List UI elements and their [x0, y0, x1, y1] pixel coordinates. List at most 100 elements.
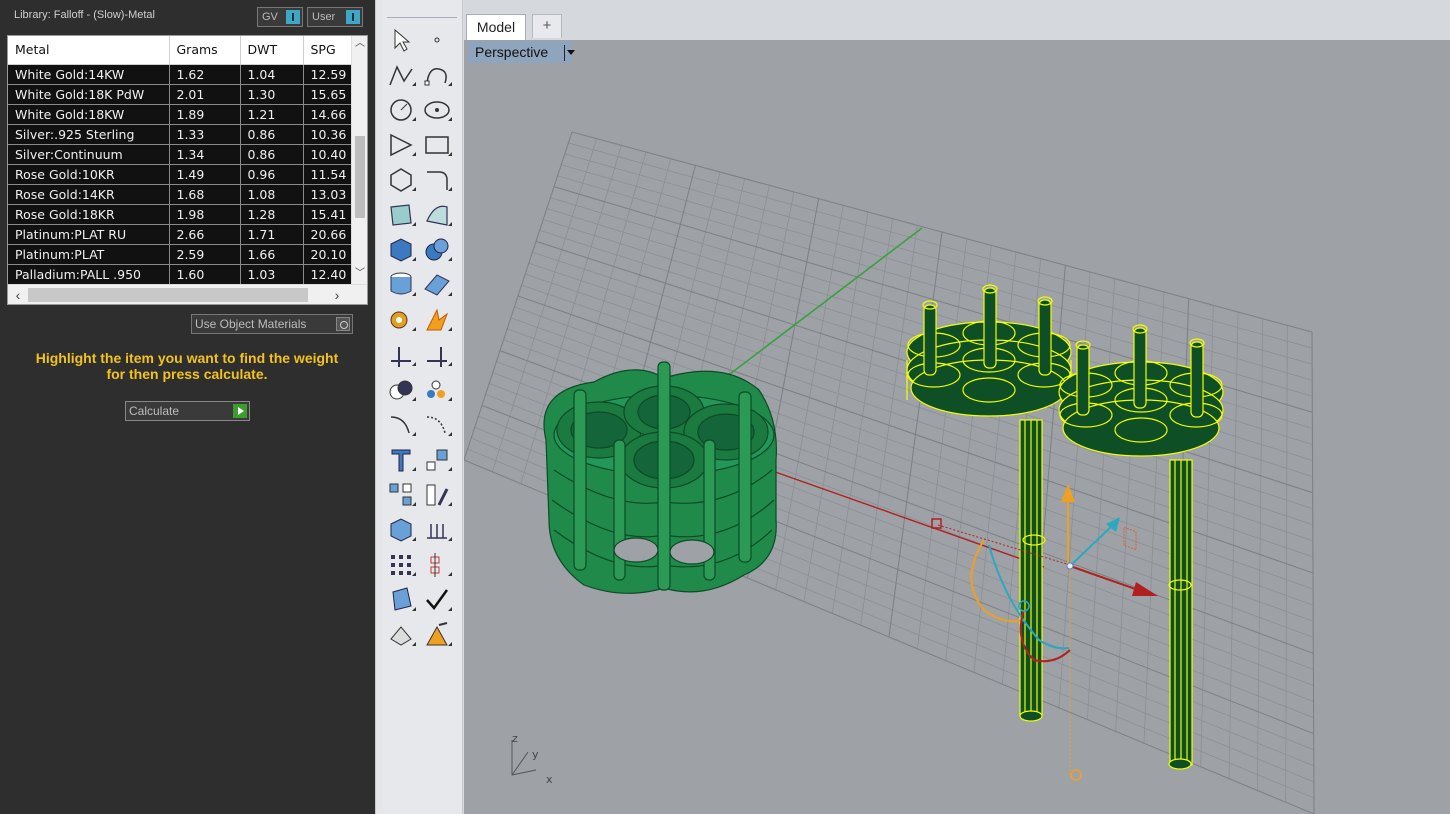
gumball-z-arrowhead-icon[interactable] [1061, 484, 1075, 502]
scroll-left-icon[interactable]: ‹ [9, 286, 27, 304]
surface-from-points-icon[interactable] [385, 199, 417, 231]
table-cell[interactable]: 15.41 [303, 204, 354, 225]
table-cell[interactable]: 1.71 [240, 224, 304, 245]
table-cell[interactable]: 1.21 [240, 104, 304, 125]
table-cell[interactable]: Platinum:PLAT RU [8, 224, 170, 245]
scene-canvas[interactable]: z y x [464, 40, 1450, 814]
box-icon[interactable] [385, 234, 417, 266]
offset-curve-icon[interactable] [385, 409, 417, 441]
table-cell[interactable]: 15.65 [303, 84, 354, 105]
metal-table-container[interactable]: Metal Grams DWT SPG White Gold:14KW 1.62 1.04… [7, 35, 368, 305]
gumball-y-arrow[interactable] [1069, 523, 1115, 567]
align-icon[interactable] [421, 549, 453, 581]
table-cell[interactable]: 12.40 [303, 264, 354, 285]
table-cell[interactable]: 14.66 [303, 104, 354, 125]
perspective-viewport[interactable]: z y x Perspective [464, 40, 1450, 814]
ellipse-icon[interactable] [421, 94, 453, 126]
gumball-x-arrow[interactable] [1069, 565, 1145, 593]
sphere-icon[interactable] [421, 234, 453, 266]
table-row[interactable]: Platinum:PLAT RU 2.66 1.71 20.66 [8, 224, 354, 245]
mesh-icon[interactable] [421, 269, 453, 301]
table-cell[interactable]: Rose Gold:18KR [8, 204, 170, 225]
dimension-icon[interactable] [421, 514, 453, 546]
green-ring-model[interactable] [543, 361, 777, 594]
table-row[interactable]: White Gold:18K PdW 2.01 1.30 15.65 [8, 84, 354, 105]
add-tab-button[interactable]: + [532, 14, 562, 38]
table-cell[interactable]: 1.68 [169, 184, 241, 205]
panel-splitter[interactable] [375, 0, 383, 814]
table-cell[interactable]: Silver:Continuum [8, 144, 170, 165]
table-row[interactable]: Rose Gold:14KR 1.68 1.08 13.03 [8, 184, 354, 205]
surface-edit-icon[interactable] [421, 199, 453, 231]
table-cell[interactable]: 0.96 [240, 164, 304, 185]
table-cell[interactable]: 1.28 [240, 204, 304, 225]
selected-casting-tree-right[interactable] [1058, 324, 1224, 770]
point-icon[interactable] [421, 24, 453, 56]
check-icon[interactable] [421, 584, 453, 616]
table-cell[interactable]: White Gold:14KW [8, 64, 170, 85]
table-cell[interactable]: 10.40 [303, 144, 354, 165]
rectangle-icon[interactable] [421, 129, 453, 161]
gv-toggle-button[interactable]: GV [257, 7, 303, 27]
table-row[interactable]: Platinum:PLAT 2.59 1.66 20.10 [8, 244, 354, 265]
scale-icon[interactable] [421, 444, 453, 476]
analysis-icon[interactable] [421, 619, 453, 651]
table-cell[interactable]: 1.66 [240, 244, 304, 265]
table-cell[interactable]: Rose Gold:10KR [8, 164, 170, 185]
table-row[interactable]: Silver:Continuum 1.34 0.86 10.40 [8, 144, 354, 165]
mirror-icon[interactable] [421, 479, 453, 511]
table-cell[interactable]: 13.03 [303, 184, 354, 205]
gumball-manipulator[interactable] [931, 484, 1158, 781]
table-cell[interactable]: 1.60 [169, 264, 241, 285]
fillet-curve-icon[interactable] [421, 164, 453, 196]
table-row[interactable]: Rose Gold:18KR 1.98 1.28 15.41 [8, 204, 354, 225]
render-box-icon[interactable] [385, 514, 417, 546]
column-header-grams[interactable]: Grams [169, 36, 241, 65]
table-row[interactable]: Rose Gold:10KR 1.49 0.96 11.54 [8, 164, 354, 185]
tab-model[interactable]: Model [466, 14, 526, 40]
column-header-metal[interactable]: Metal [8, 36, 170, 65]
table-cell[interactable]: 0.86 [240, 124, 304, 145]
radio-icon[interactable] [336, 317, 350, 331]
scroll-up-icon[interactable]: ︿ [352, 36, 367, 52]
table-row[interactable]: Silver:.925 Sterling 1.33 0.86 10.36 [8, 124, 354, 145]
table-cell[interactable]: Platinum:PLAT [8, 244, 170, 265]
column-header-spg[interactable]: SPG [303, 36, 354, 65]
table-cell[interactable]: 2.01 [169, 84, 241, 105]
solid-tools-icon[interactable] [385, 619, 417, 651]
trim-icon[interactable] [385, 339, 417, 371]
polyline-icon[interactable] [385, 59, 417, 91]
table-cell[interactable]: 1.30 [240, 84, 304, 105]
table-cell[interactable]: 2.66 [169, 224, 241, 245]
table-cell[interactable]: 1.49 [169, 164, 241, 185]
polygon-icon[interactable] [385, 164, 417, 196]
table-row[interactable]: White Gold:14KW 1.62 1.04 12.59 [8, 64, 354, 85]
gumball-center-icon[interactable] [1066, 562, 1074, 570]
gumball-x-scale-handle[interactable] [931, 518, 942, 529]
group-icon[interactable] [421, 374, 453, 406]
column-header-dwt[interactable]: DWT [240, 36, 304, 65]
table-cell[interactable]: 12.59 [303, 64, 354, 85]
table-cell[interactable]: White Gold:18KW [8, 104, 170, 125]
table-cell[interactable]: 11.54 [303, 164, 354, 185]
arc-icon[interactable] [385, 129, 417, 161]
table-cell[interactable]: 1.34 [169, 144, 241, 165]
horizontal-scroll-thumb[interactable] [28, 288, 308, 302]
chevron-down-icon[interactable] [564, 45, 576, 61]
table-cell[interactable]: 0.86 [240, 144, 304, 165]
table-cell[interactable]: Rose Gold:14KR [8, 184, 170, 205]
flow-along-icon[interactable] [385, 584, 417, 616]
gumball-x-arrowhead-icon[interactable] [1132, 582, 1158, 596]
table-cell[interactable]: 1.03 [240, 264, 304, 285]
table-cell[interactable]: 1.04 [240, 64, 304, 85]
curve-icon[interactable] [421, 59, 453, 91]
split-icon[interactable] [421, 339, 453, 371]
table-horizontal-scrollbar[interactable]: ‹ › [8, 284, 367, 304]
grid-array-icon[interactable] [385, 549, 417, 581]
scroll-down-icon[interactable]: ﹀ [352, 266, 367, 282]
scroll-right-icon[interactable]: › [328, 286, 346, 304]
table-row[interactable]: White Gold:18KW 1.89 1.21 14.66 [8, 104, 354, 125]
vertical-scroll-thumb[interactable] [355, 136, 365, 218]
text-icon[interactable] [385, 444, 417, 476]
cylinder-tube-icon[interactable] [385, 269, 417, 301]
